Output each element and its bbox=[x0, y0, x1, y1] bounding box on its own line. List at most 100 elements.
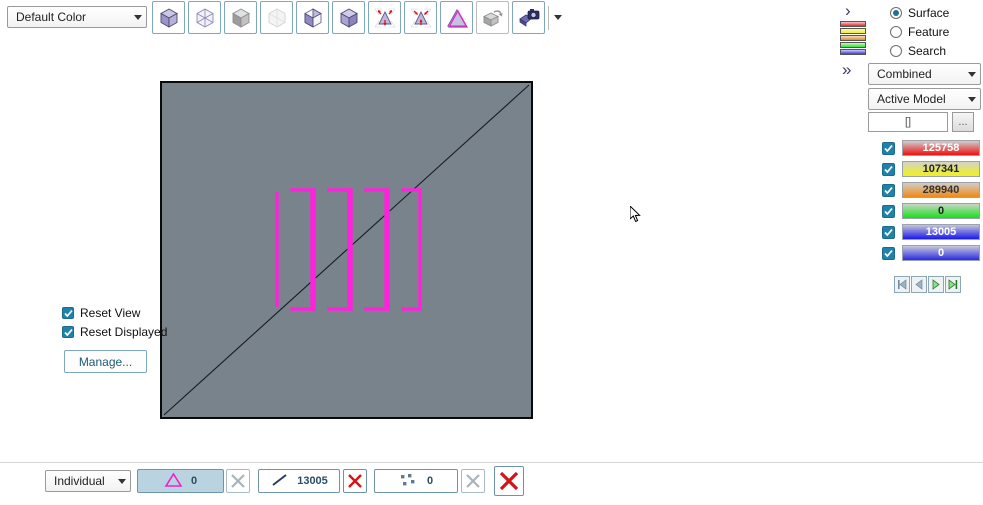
chevron-down-icon bbox=[118, 478, 126, 484]
wireframe-cube-icon bbox=[194, 7, 216, 29]
line-icon bbox=[270, 472, 289, 491]
checkbox[interactable] bbox=[62, 326, 74, 338]
normals-outward-button[interactable] bbox=[404, 1, 437, 34]
list-item[interactable]: 107341 bbox=[882, 161, 980, 177]
checkbox[interactable] bbox=[882, 225, 895, 239]
face-count-field[interactable]: 0 bbox=[137, 469, 224, 493]
legend-row-red bbox=[840, 21, 866, 27]
selection-mode-value: Individual bbox=[54, 474, 105, 488]
point-count-value: 0 bbox=[426, 475, 434, 487]
legend-row-blue bbox=[840, 49, 866, 55]
checkbox[interactable] bbox=[882, 162, 895, 176]
radio-label: Feature bbox=[908, 25, 950, 39]
list-item[interactable]: 125758 bbox=[882, 140, 980, 156]
radio-indicator bbox=[890, 45, 902, 57]
points-icon bbox=[399, 472, 419, 491]
legend-row-orange bbox=[840, 35, 866, 41]
gray-shaded-button[interactable] bbox=[224, 1, 257, 34]
checkbox[interactable] bbox=[882, 141, 895, 155]
snapshot-split-button[interactable] bbox=[512, 1, 562, 34]
clear-all-selection-button[interactable] bbox=[494, 466, 524, 496]
gray-cube-icon bbox=[230, 7, 252, 29]
right-panel: › » Surface Feature Search Combined Acti… bbox=[820, 0, 983, 505]
clear-faces-button[interactable] bbox=[226, 469, 250, 493]
section-cube-icon bbox=[302, 7, 324, 29]
triangle-icon bbox=[445, 7, 469, 29]
triangle-icon bbox=[164, 471, 183, 491]
normals-inward-icon bbox=[372, 6, 398, 30]
radio-surface[interactable]: Surface bbox=[890, 6, 949, 20]
selection-mode-dropdown[interactable]: Individual bbox=[45, 470, 131, 492]
last-button[interactable] bbox=[945, 276, 961, 293]
section-view-button[interactable] bbox=[296, 1, 329, 34]
divider bbox=[548, 5, 549, 30]
value-swatch[interactable]: 107341 bbox=[902, 161, 980, 177]
value-swatch[interactable]: 125758 bbox=[902, 140, 980, 156]
color-legend-icon[interactable] bbox=[840, 21, 866, 56]
hidden-line-cube-icon bbox=[338, 7, 360, 29]
legend-row-yellow bbox=[840, 28, 866, 34]
radio-search[interactable]: Search bbox=[890, 44, 946, 58]
mouse-pointer bbox=[629, 204, 642, 227]
checkbox[interactable] bbox=[62, 307, 74, 319]
active-model-dropdown[interactable]: Active Model bbox=[868, 88, 981, 110]
point-count-field[interactable]: 0 bbox=[374, 469, 458, 493]
radio-feature[interactable]: Feature bbox=[890, 25, 949, 39]
list-item[interactable]: 0 bbox=[882, 203, 980, 219]
edge-count-value: 13005 bbox=[297, 475, 328, 487]
radio-indicator bbox=[890, 7, 902, 19]
default-color-value: Default Color bbox=[16, 10, 87, 24]
camera-icon bbox=[517, 7, 541, 29]
shaded-cube-icon bbox=[158, 7, 180, 29]
reset-view-checkbox-row[interactable]: Reset View bbox=[62, 306, 140, 320]
edge-count-field[interactable]: 13005 bbox=[258, 469, 340, 493]
chevron-down-icon bbox=[968, 71, 976, 77]
chevron-down-icon bbox=[968, 96, 976, 102]
default-color-dropdown[interactable]: Default Color bbox=[7, 6, 147, 28]
list-item[interactable]: 13005 bbox=[882, 224, 980, 240]
value-swatch[interactable]: 0 bbox=[902, 203, 980, 219]
filter-row: [] ... bbox=[868, 112, 974, 132]
application-window: Default Color › » Surface Feature Search… bbox=[0, 0, 983, 505]
filter-input[interactable]: [] bbox=[868, 112, 948, 132]
top-toolbar: Default Color bbox=[0, 0, 820, 36]
chevron-down-icon[interactable] bbox=[554, 15, 562, 20]
reset-displayed-checkbox-row[interactable]: Reset Displayed bbox=[62, 325, 167, 339]
checkbox[interactable] bbox=[882, 204, 895, 218]
chevron-down-icon bbox=[134, 14, 142, 20]
clear-points-button[interactable] bbox=[461, 469, 485, 493]
checkbox[interactable] bbox=[882, 183, 895, 197]
radio-label: Search bbox=[908, 44, 947, 58]
combined-dropdown[interactable]: Combined bbox=[868, 63, 981, 85]
facet-display-button[interactable] bbox=[440, 1, 473, 34]
snapshot-button[interactable] bbox=[512, 1, 545, 34]
filter-browse-button[interactable]: ... bbox=[952, 112, 974, 132]
value-list: 125758 107341 289940 0 13005 0 bbox=[882, 140, 980, 266]
list-item[interactable]: 0 bbox=[882, 245, 980, 261]
value-swatch[interactable]: 0 bbox=[902, 245, 980, 261]
list-item[interactable]: 289940 bbox=[882, 182, 980, 198]
value-swatch[interactable]: 13005 bbox=[902, 224, 980, 240]
value-swatch[interactable]: 289940 bbox=[902, 182, 980, 198]
chevron-right-icon[interactable]: › bbox=[845, 2, 851, 19]
face-count-value: 0 bbox=[190, 475, 198, 487]
rotate-model-button[interactable] bbox=[476, 1, 509, 34]
chevron-double-right-icon[interactable]: » bbox=[842, 61, 851, 78]
previous-button[interactable] bbox=[911, 276, 927, 293]
legend-row-green bbox=[840, 42, 866, 48]
clear-edges-button[interactable] bbox=[343, 469, 367, 493]
view-mode-button-group bbox=[152, 1, 562, 34]
normals-inward-button[interactable] bbox=[368, 1, 401, 34]
radio-label: Surface bbox=[908, 6, 950, 20]
manage-button[interactable]: Manage... bbox=[64, 350, 147, 373]
first-button[interactable] bbox=[894, 276, 910, 293]
hidden-line-button[interactable] bbox=[332, 1, 365, 34]
next-button[interactable] bbox=[928, 276, 944, 293]
combined-value: Combined bbox=[877, 67, 932, 81]
checkbox[interactable] bbox=[882, 246, 895, 260]
model-viewport[interactable] bbox=[160, 81, 533, 419]
wireframe-view-button[interactable] bbox=[188, 1, 221, 34]
shaded-view-button[interactable] bbox=[152, 1, 185, 34]
transparent-view-button[interactable] bbox=[260, 1, 293, 34]
active-model-value: Active Model bbox=[877, 92, 946, 106]
